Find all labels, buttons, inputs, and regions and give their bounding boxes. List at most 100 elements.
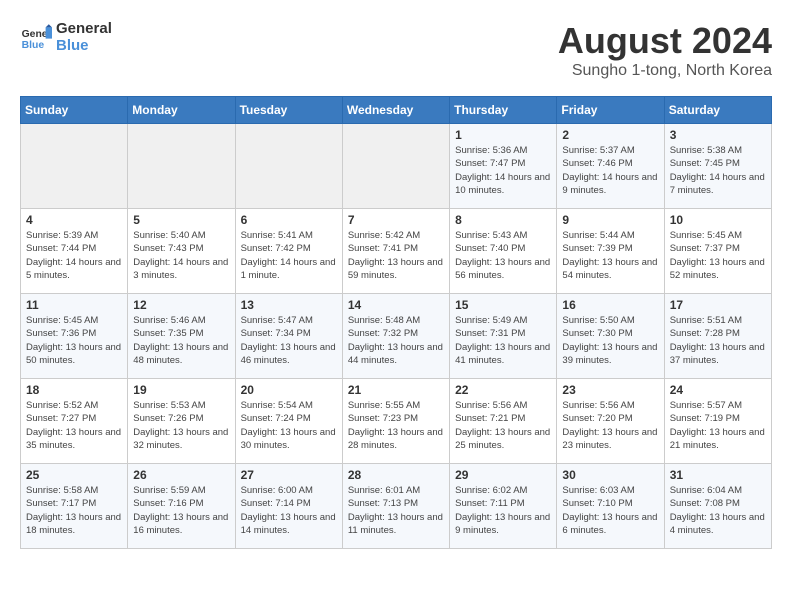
calendar-cell: 25 Sunrise: 5:58 AMSunset: 7:17 PMDayligh… bbox=[21, 464, 128, 549]
day-info: Sunrise: 5:52 AMSunset: 7:27 PMDaylight:… bbox=[26, 399, 122, 452]
day-info: Sunrise: 5:47 AMSunset: 7:34 PMDaylight:… bbox=[241, 314, 337, 367]
calendar-cell: 26 Sunrise: 5:59 AMSunset: 7:16 PMDayligh… bbox=[128, 464, 235, 549]
day-info: Sunrise: 5:37 AMSunset: 7:46 PMDaylight:… bbox=[562, 144, 658, 197]
calendar-cell: 5 Sunrise: 5:40 AMSunset: 7:43 PMDaylight… bbox=[128, 209, 235, 294]
day-number: 21 bbox=[348, 383, 444, 397]
calendar-cell: 21 Sunrise: 5:55 AMSunset: 7:23 PMDayligh… bbox=[342, 379, 449, 464]
calendar-cell: 15Sunrise: 5:49 AMSunset: 7:31 PMDayligh… bbox=[450, 294, 557, 379]
day-number: 3 bbox=[670, 128, 766, 142]
calendar-week-row: 25 Sunrise: 5:58 AMSunset: 7:17 PMDayligh… bbox=[21, 464, 772, 549]
calendar-cell: 24 Sunrise: 5:57 AMSunset: 7:19 PMDayligh… bbox=[664, 379, 771, 464]
day-info: Sunrise: 6:02 AMSunset: 7:11 PMDaylight:… bbox=[455, 484, 551, 537]
day-number: 17 bbox=[670, 298, 766, 312]
day-number: 9 bbox=[562, 213, 658, 227]
calendar-cell: 20Sunrise: 5:54 AMSunset: 7:24 PMDayligh… bbox=[235, 379, 342, 464]
day-info: Sunrise: 5:39 AMSunset: 7:44 PMDaylight:… bbox=[26, 229, 122, 282]
day-number: 5 bbox=[133, 213, 229, 227]
day-number: 31 bbox=[670, 468, 766, 482]
weekday-header-sunday: Sunday bbox=[21, 97, 128, 124]
day-number: 14 bbox=[348, 298, 444, 312]
day-number: 6 bbox=[241, 213, 337, 227]
day-number: 23 bbox=[562, 383, 658, 397]
header: General Blue General Blue August 2024 Su… bbox=[20, 20, 772, 80]
calendar-week-row: 11 Sunrise: 5:45 AMSunset: 7:36 PMDayligh… bbox=[21, 294, 772, 379]
day-info: Sunrise: 5:56 AMSunset: 7:21 PMDaylight:… bbox=[455, 399, 551, 452]
day-number: 30 bbox=[562, 468, 658, 482]
day-number: 29 bbox=[455, 468, 551, 482]
day-info: Sunrise: 5:38 AMSunset: 7:45 PMDaylight:… bbox=[670, 144, 766, 197]
calendar-cell: 3 Sunrise: 5:38 AMSunset: 7:45 PMDaylight… bbox=[664, 124, 771, 209]
calendar-week-row: 18 Sunrise: 5:52 AMSunset: 7:27 PMDayligh… bbox=[21, 379, 772, 464]
calendar-week-row: 1 Sunrise: 5:36 AMSunset: 7:47 PMDaylight… bbox=[21, 124, 772, 209]
day-number: 12 bbox=[133, 298, 229, 312]
calendar-cell: 2 Sunrise: 5:37 AMSunset: 7:46 PMDaylight… bbox=[557, 124, 664, 209]
calendar-cell: 16Sunrise: 5:50 AMSunset: 7:30 PMDayligh… bbox=[557, 294, 664, 379]
logo-general-text: General bbox=[56, 20, 112, 37]
weekday-header-thursday: Thursday bbox=[450, 97, 557, 124]
weekday-header-tuesday: Tuesday bbox=[235, 97, 342, 124]
calendar-cell: 22 Sunrise: 5:56 AMSunset: 7:21 PMDayligh… bbox=[450, 379, 557, 464]
logo: General Blue General Blue bbox=[20, 20, 112, 54]
day-info: Sunrise: 5:44 AMSunset: 7:39 PMDaylight:… bbox=[562, 229, 658, 282]
day-info: Sunrise: 5:53 AMSunset: 7:26 PMDaylight:… bbox=[133, 399, 229, 452]
day-info: Sunrise: 5:57 AMSunset: 7:19 PMDaylight:… bbox=[670, 399, 766, 452]
day-info: Sunrise: 5:43 AMSunset: 7:40 PMDaylight:… bbox=[455, 229, 551, 282]
weekday-header-wednesday: Wednesday bbox=[342, 97, 449, 124]
calendar-cell: 29 Sunrise: 6:02 AMSunset: 7:11 PMDayligh… bbox=[450, 464, 557, 549]
day-info: Sunrise: 5:49 AMSunset: 7:31 PMDaylight:… bbox=[455, 314, 551, 367]
day-number: 10 bbox=[670, 213, 766, 227]
calendar-cell: 23 Sunrise: 5:56 AMSunset: 7:20 PMDayligh… bbox=[557, 379, 664, 464]
day-info: Sunrise: 5:56 AMSunset: 7:20 PMDaylight:… bbox=[562, 399, 658, 452]
calendar-cell: 10 Sunrise: 5:45 AMSunset: 7:37 PMDayligh… bbox=[664, 209, 771, 294]
day-info: Sunrise: 5:45 AMSunset: 7:36 PMDaylight:… bbox=[26, 314, 122, 367]
day-number: 25 bbox=[26, 468, 122, 482]
month-year-title: August 2024 bbox=[558, 20, 772, 62]
day-number: 4 bbox=[26, 213, 122, 227]
day-number: 19 bbox=[133, 383, 229, 397]
calendar-cell: 7Sunrise: 5:42 AMSunset: 7:41 PMDaylight… bbox=[342, 209, 449, 294]
day-number: 11 bbox=[26, 298, 122, 312]
calendar-cell: 30 Sunrise: 6:03 AMSunset: 7:10 PMDayligh… bbox=[557, 464, 664, 549]
weekday-header-row: SundayMondayTuesdayWednesdayThursdayFrid… bbox=[21, 97, 772, 124]
calendar-cell: 13 Sunrise: 5:47 AMSunset: 7:34 PMDayligh… bbox=[235, 294, 342, 379]
day-number: 26 bbox=[133, 468, 229, 482]
day-info: Sunrise: 5:59 AMSunset: 7:16 PMDaylight:… bbox=[133, 484, 229, 537]
day-info: Sunrise: 5:45 AMSunset: 7:37 PMDaylight:… bbox=[670, 229, 766, 282]
day-info: Sunrise: 6:04 AMSunset: 7:08 PMDaylight:… bbox=[670, 484, 766, 537]
calendar-cell: 28 Sunrise: 6:01 AMSunset: 7:13 PMDayligh… bbox=[342, 464, 449, 549]
day-info: Sunrise: 5:46 AMSunset: 7:35 PMDaylight:… bbox=[133, 314, 229, 367]
svg-text:Blue: Blue bbox=[22, 40, 45, 51]
title-section: August 2024 Sungho 1-tong, North Korea bbox=[558, 20, 772, 80]
logo-blue-text: Blue bbox=[56, 37, 112, 54]
day-number: 8 bbox=[455, 213, 551, 227]
day-number: 18 bbox=[26, 383, 122, 397]
day-info: Sunrise: 5:58 AMSunset: 7:17 PMDaylight:… bbox=[26, 484, 122, 537]
weekday-header-friday: Friday bbox=[557, 97, 664, 124]
day-info: Sunrise: 5:51 AMSunset: 7:28 PMDaylight:… bbox=[670, 314, 766, 367]
day-info: Sunrise: 6:00 AMSunset: 7:14 PMDaylight:… bbox=[241, 484, 337, 537]
day-info: Sunrise: 5:40 AMSunset: 7:43 PMDaylight:… bbox=[133, 229, 229, 282]
day-info: Sunrise: 6:03 AMSunset: 7:10 PMDaylight:… bbox=[562, 484, 658, 537]
calendar-cell bbox=[21, 124, 128, 209]
day-number: 16 bbox=[562, 298, 658, 312]
day-info: Sunrise: 5:55 AMSunset: 7:23 PMDaylight:… bbox=[348, 399, 444, 452]
calendar-cell: 14Sunrise: 5:48 AMSunset: 7:32 PMDayligh… bbox=[342, 294, 449, 379]
logo-icon: General Blue bbox=[20, 21, 52, 53]
calendar-cell: 18 Sunrise: 5:52 AMSunset: 7:27 PMDayligh… bbox=[21, 379, 128, 464]
weekday-header-monday: Monday bbox=[128, 97, 235, 124]
calendar-cell: 19 Sunrise: 5:53 AMSunset: 7:26 PMDayligh… bbox=[128, 379, 235, 464]
day-number: 28 bbox=[348, 468, 444, 482]
day-info: Sunrise: 5:42 AMSunset: 7:41 PMDaylight:… bbox=[348, 229, 444, 282]
day-info: Sunrise: 5:36 AMSunset: 7:47 PMDaylight:… bbox=[455, 144, 551, 197]
calendar-cell: 27 Sunrise: 6:00 AMSunset: 7:14 PMDayligh… bbox=[235, 464, 342, 549]
day-number: 27 bbox=[241, 468, 337, 482]
day-number: 13 bbox=[241, 298, 337, 312]
calendar-cell bbox=[342, 124, 449, 209]
day-info: Sunrise: 5:54 AMSunset: 7:24 PMDaylight:… bbox=[241, 399, 337, 452]
day-number: 1 bbox=[455, 128, 551, 142]
day-number: 2 bbox=[562, 128, 658, 142]
day-info: Sunrise: 6:01 AMSunset: 7:13 PMDaylight:… bbox=[348, 484, 444, 537]
day-info: Sunrise: 5:41 AMSunset: 7:42 PMDaylight:… bbox=[241, 229, 337, 282]
day-number: 24 bbox=[670, 383, 766, 397]
day-number: 22 bbox=[455, 383, 551, 397]
